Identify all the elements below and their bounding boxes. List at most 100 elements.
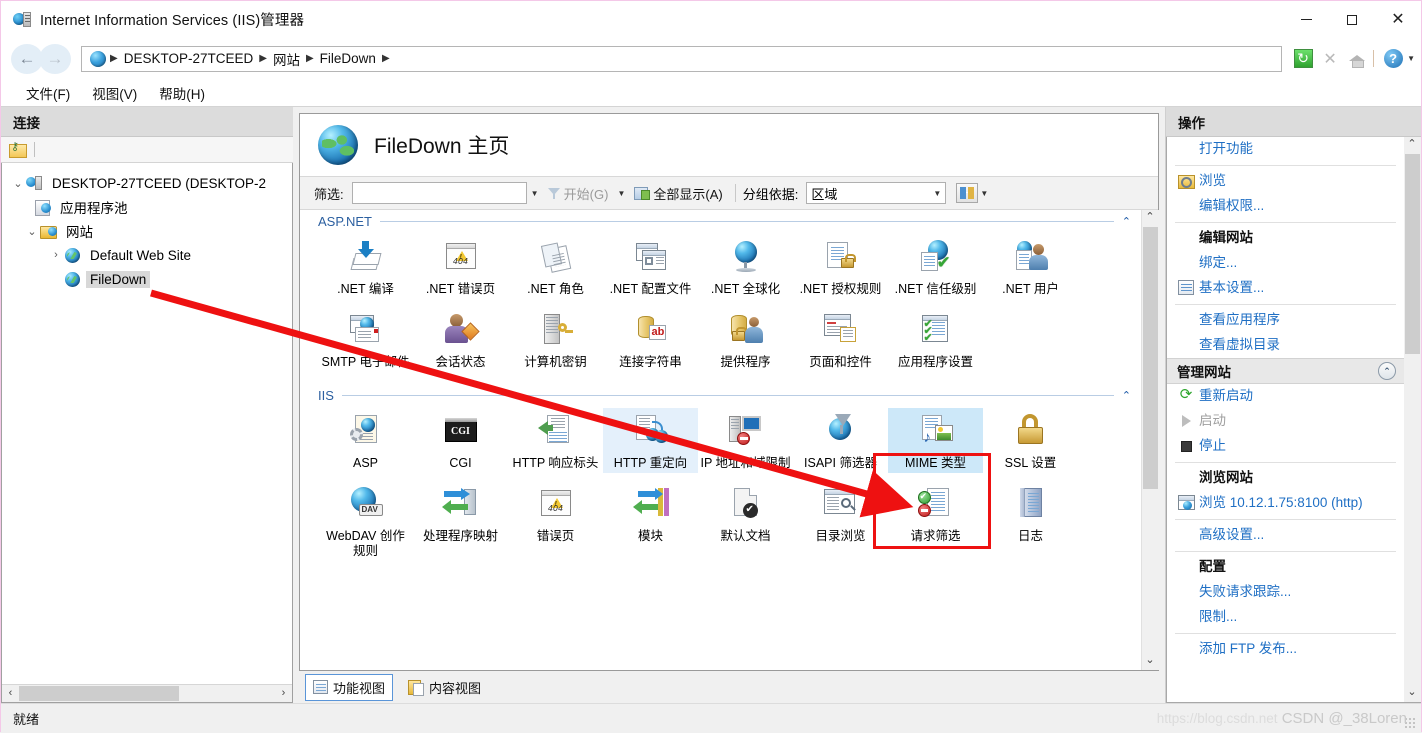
feature-isapi-filters[interactable]: ISAPI 筛选器 (793, 408, 888, 473)
feature-request-filtering[interactable]: ✔ 请求筛选 (888, 481, 983, 561)
action-view-applications[interactable]: 查看应用程序 (1167, 308, 1404, 333)
feature-asp[interactable]: ASP (318, 408, 413, 473)
filter-input-field[interactable] (352, 183, 526, 203)
action-open-feature[interactable]: 打开功能 (1167, 137, 1404, 162)
actions-vertical-scrollbar[interactable]: ⌃ ⌄ (1403, 137, 1421, 703)
feature-net-roles[interactable]: .NET 角色 (508, 234, 603, 299)
feature-ssl-settings[interactable]: SSL 设置 (983, 408, 1078, 473)
feature-default-document[interactable]: ✔ 默认文档 (698, 481, 793, 561)
features-grid[interactable]: ASP.NET ⌃ .NET 编译 ! 404 .NET 错误页 .NET 角色… (300, 210, 1141, 670)
feature-session-state[interactable]: 会话状态 (413, 307, 508, 372)
feature-webdav-authoring-rules[interactable]: DAV WebDAV 创作规则 (318, 481, 413, 561)
action-add-ftp-publishing[interactable]: 添加 FTP 发布... (1167, 637, 1404, 662)
tree-label[interactable]: Default Web Site (86, 247, 195, 264)
minimize-button[interactable] (1283, 1, 1329, 38)
home-button[interactable] (1345, 47, 1369, 71)
tree-label[interactable]: 网站 (62, 220, 97, 242)
filter-dropdown-caret-icon[interactable]: ▼ (527, 182, 543, 204)
scroll-down-arrow-icon[interactable]: ⌄ (1141, 653, 1159, 670)
chevron-right-icon[interactable]: › (48, 249, 64, 261)
group-by-select[interactable]: 区域 ▼ (806, 182, 947, 204)
action-browse-website-url[interactable]: 浏览 10.12.1.75:8100 (http) (1167, 491, 1404, 516)
breadcrumb-item-server[interactable]: DESKTOP-27TCEED (119, 51, 259, 66)
feature-providers[interactable]: 提供程序 (698, 307, 793, 372)
tab-features-view[interactable]: 功能视图 (305, 673, 394, 701)
tree-label[interactable]: DESKTOP-27TCEED (DESKTOP-2 (48, 175, 270, 192)
view-mode-caret-icon[interactable]: ▼ (980, 189, 988, 198)
feature-net-authorization-rules[interactable]: .NET 授权规则 (793, 234, 888, 299)
tree-label-selected[interactable]: FileDown (86, 270, 151, 288)
tree-node-server[interactable]: ⌄ DESKTOP-27TCEED (DESKTOP-2 (2, 171, 292, 195)
tree-node-filedown[interactable]: FileDown (2, 267, 292, 291)
view-mode-icon[interactable] (956, 183, 979, 203)
stop-button[interactable]: ✕ (1318, 47, 1342, 71)
tree-node-default-web-site[interactable]: › Default Web Site (2, 243, 292, 267)
menu-view[interactable]: 视图(V) (81, 80, 148, 106)
feature-net-trust-levels[interactable]: ✔ .NET 信任级别 (888, 234, 983, 299)
feature-machine-key[interactable]: 计算机密钥 (508, 307, 603, 372)
feature-pages-and-controls[interactable]: 页面和控件 (793, 307, 888, 372)
scroll-right-arrow-icon[interactable]: › (275, 685, 292, 702)
feature-net-users[interactable]: .NET 用户 (983, 234, 1078, 299)
action-basic-settings[interactable]: 基本设置... (1167, 276, 1404, 301)
chevron-up-icon[interactable]: ⌃ (1378, 362, 1396, 380)
connections-tree[interactable]: ⌄ DESKTOP-27TCEED (DESKTOP-2 应用程序池 ⌄ 网站 (1, 163, 293, 703)
feature-smtp-email[interactable]: SMTP 电子邮件 (318, 307, 413, 372)
breadcrumb-item-filedown[interactable]: FileDown (315, 51, 381, 66)
breadcrumb[interactable]: ▶ DESKTOP-27TCEED ▶ 网站 ▶ FileDown ▶ (81, 45, 1283, 72)
tree-node-sites[interactable]: ⌄ 网站 (2, 219, 292, 243)
feature-modules[interactable]: 模块 (603, 481, 698, 561)
scroll-track[interactable] (1141, 227, 1159, 653)
chevron-down-icon[interactable]: ⌄ (24, 225, 40, 238)
chevron-down-icon[interactable]: ▼ (929, 182, 945, 204)
tree-horizontal-scrollbar[interactable]: ‹ › (2, 684, 292, 702)
menu-file[interactable]: 文件(F) (15, 80, 81, 106)
feature-net-error-pages[interactable]: 404 .NET 错误页 (413, 234, 508, 299)
feature-handler-mappings[interactable]: 处理程序映射 (413, 481, 508, 561)
scroll-track[interactable] (1403, 154, 1421, 685)
action-advanced-settings[interactable]: 高级设置... (1167, 523, 1404, 548)
action-bindings[interactable]: 绑定... (1167, 251, 1404, 276)
chevron-up-icon[interactable]: ⌃ (1122, 215, 1131, 228)
forward-button[interactable]: → (39, 43, 71, 74)
feature-http-response-headers[interactable]: HTTP 响应标头 (508, 408, 603, 473)
feature-directory-browsing[interactable]: 目录浏览 (793, 481, 888, 561)
feature-logging[interactable]: 日志 (983, 481, 1078, 561)
breadcrumb-item-sites[interactable]: 网站 (268, 49, 305, 69)
action-stop[interactable]: 停止 (1167, 434, 1404, 459)
feature-net-compilation[interactable]: .NET 编译 (318, 234, 413, 299)
help-button[interactable]: ? (1381, 47, 1405, 71)
action-failed-request-tracing[interactable]: 失败请求跟踪... (1167, 580, 1404, 605)
feature-net-profile[interactable]: .NET 配置文件 (603, 234, 698, 299)
feature-connection-strings[interactable]: ab 连接字符串 (603, 307, 698, 372)
chevron-down-icon[interactable]: ⌄ (10, 177, 26, 190)
connect-to-server-icon[interactable]: ⚷ (9, 141, 27, 158)
scroll-thumb[interactable] (19, 686, 179, 701)
close-button[interactable]: ✕ (1375, 1, 1421, 38)
go-dropdown-caret-icon[interactable]: ▼ (613, 182, 629, 204)
refresh-button[interactable] (1291, 47, 1315, 71)
feature-net-globalization[interactable]: .NET 全球化 (698, 234, 793, 299)
action-limits[interactable]: 限制... (1167, 605, 1404, 630)
go-button[interactable]: 开始(G) (543, 182, 614, 205)
filter-input[interactable] (351, 182, 527, 204)
action-view-virtual-directories[interactable]: 查看虚拟目录 (1167, 333, 1404, 358)
feature-ip-address-domain-restrictions[interactable]: IP 地址和域限制 (698, 408, 793, 473)
help-dropdown-caret-icon[interactable]: ▼ (1407, 54, 1415, 63)
actions-list[interactable]: 打开功能 浏览 编辑权限... 编辑网站 绑定... 基本设置... 查看应用程… (1166, 137, 1404, 703)
tab-content-view[interactable]: 内容视图 (401, 675, 488, 700)
feature-application-settings[interactable]: ✔ ✔ ✔ 应用程序设置 (888, 307, 983, 372)
tree-node-app-pools[interactable]: 应用程序池 (2, 195, 292, 219)
scroll-left-arrow-icon[interactable]: ‹ (2, 685, 19, 702)
feature-cgi[interactable]: CGI CGI (413, 408, 508, 473)
scroll-up-arrow-icon[interactable]: ⌃ (1403, 137, 1421, 154)
action-browse[interactable]: 浏览 (1167, 169, 1404, 194)
feature-error-pages[interactable]: 404 错误页 (508, 481, 603, 561)
show-all-button[interactable]: 全部显示(A) (629, 182, 727, 205)
action-start[interactable]: 启动 (1167, 409, 1404, 434)
scroll-track[interactable] (19, 685, 275, 702)
feature-http-redirect[interactable]: HTTP 重定向 (603, 408, 698, 473)
action-edit-permissions[interactable]: 编辑权限... (1167, 194, 1404, 219)
maximize-button[interactable] (1329, 1, 1375, 38)
scroll-up-arrow-icon[interactable]: ⌃ (1141, 210, 1159, 227)
